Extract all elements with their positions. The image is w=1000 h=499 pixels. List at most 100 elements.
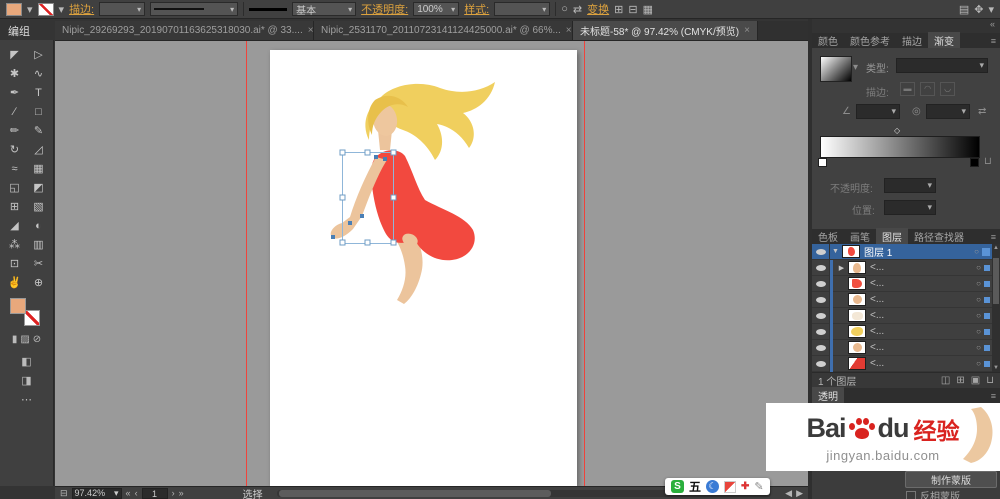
workspace-icon[interactable]: ✥	[974, 3, 983, 16]
paintbrush-tool[interactable]: ✎	[27, 121, 51, 140]
midpoint-icon[interactable]: ◇	[894, 126, 900, 135]
tab-pathfinder[interactable]: 路径查找器	[908, 228, 970, 245]
make-mask-button[interactable]: 制作蒙版	[905, 471, 997, 488]
color-fill-icon[interactable]: ▮	[12, 334, 18, 345]
close-icon[interactable]: ×	[744, 25, 750, 36]
hand-tool[interactable]: ✌	[3, 273, 27, 292]
recolor-artwork-icon[interactable]: ○	[561, 3, 568, 15]
next-artboard-icon[interactable]: ›	[172, 488, 175, 498]
visibility-toggle[interactable]	[812, 340, 830, 356]
canvas-area[interactable]	[55, 40, 808, 486]
tool-fill-swatch[interactable]	[10, 298, 26, 314]
visibility-toggle[interactable]	[812, 324, 830, 340]
tab-stroke[interactable]: 描边	[896, 32, 928, 49]
stroke-along-icon[interactable]: ◠	[920, 82, 935, 96]
gradient-type-select[interactable]: ▾	[896, 58, 988, 73]
last-artboard-icon[interactable]: »	[179, 488, 184, 498]
width-profile-select[interactable]: ▾	[150, 2, 238, 16]
layer-name[interactable]: <...	[870, 262, 884, 273]
close-icon[interactable]: ×	[566, 25, 572, 36]
pencil-tool[interactable]: ✏	[3, 121, 27, 140]
layer-row-6[interactable]: <... ○	[812, 324, 1000, 340]
ime-skin-icon[interactable]	[724, 481, 736, 493]
aspect-input[interactable]: ▾	[926, 104, 970, 119]
panel-menu-icon[interactable]: ≡	[991, 232, 996, 242]
grid-icon[interactable]: ▦	[643, 3, 653, 16]
layer-name[interactable]: <...	[870, 294, 884, 305]
visibility-toggle[interactable]	[812, 356, 830, 372]
panel-menu-icon[interactable]: ≡	[991, 36, 996, 46]
stop-position-select[interactable]: ▾	[884, 200, 936, 215]
symbol-sprayer-tool[interactable]: ⁂	[3, 235, 27, 254]
target-icon[interactable]: ○	[974, 247, 979, 256]
layer-row-7[interactable]: <... ○	[812, 340, 1000, 356]
handle-se[interactable]	[391, 240, 396, 245]
artboard-number-input[interactable]: 1	[142, 488, 168, 499]
layer-thumbnail[interactable]	[842, 245, 860, 258]
close-icon[interactable]: ×	[308, 25, 314, 36]
ime-mode-label[interactable]: 五	[689, 478, 701, 495]
handle-n[interactable]	[365, 150, 370, 155]
layer-row-5[interactable]: <... ○	[812, 308, 1000, 324]
distribute-icon[interactable]: ⊟	[628, 3, 637, 16]
woman-illustration[interactable]	[325, 80, 525, 310]
style-select[interactable]: ▾	[494, 2, 550, 16]
anchor-point[interactable]	[374, 155, 378, 159]
target-icon[interactable]: ○	[976, 295, 981, 304]
layer-row-1[interactable]: ▼ 图层 1 ○	[812, 244, 1000, 260]
target-icon[interactable]: ○	[976, 279, 981, 288]
column-graph-tool[interactable]: ▥	[27, 235, 51, 254]
tab-transparency[interactable]: 透明	[812, 387, 844, 404]
layer-thumbnail[interactable]	[848, 309, 866, 322]
angle-input[interactable]: ▾	[856, 104, 900, 119]
artboard-tool[interactable]: ⊡	[3, 254, 27, 273]
moon-icon[interactable]: ☾	[706, 480, 719, 493]
status-grid-icon[interactable]: ⊟	[60, 488, 68, 499]
stroke-weight-label[interactable]: 描边:	[69, 1, 94, 17]
stroke-across-icon[interactable]: ◡	[940, 82, 955, 96]
gradient-stop-black[interactable]	[970, 158, 979, 167]
gradient-slider[interactable]	[820, 136, 980, 158]
ime-toolbox-icon[interactable]: ✎	[754, 480, 763, 493]
layer-row-2[interactable]: ▶ <... ○	[812, 260, 1000, 276]
line-segment-tool[interactable]: ∕	[3, 102, 27, 121]
rectangle-tool[interactable]: □	[27, 102, 51, 121]
bar-caret-icon[interactable]: ▾	[988, 3, 994, 16]
color-none-icon[interactable]: ⊘	[33, 334, 41, 345]
tab-gradient[interactable]: 渐变	[928, 32, 960, 49]
scroll-thumb[interactable]	[993, 258, 999, 304]
layers-scrollbar[interactable]: ▲ ▼	[992, 244, 1000, 372]
visibility-toggle[interactable]	[812, 260, 830, 276]
handle-sw[interactable]	[340, 240, 345, 245]
swap-icon[interactable]: ⇄	[573, 3, 582, 16]
lasso-tool[interactable]: ∿	[27, 64, 51, 83]
first-artboard-icon[interactable]: «	[126, 488, 131, 498]
width-tool[interactable]: ≈	[3, 159, 27, 178]
target-icon[interactable]: ○	[976, 343, 981, 352]
selection-tool[interactable]: ◤	[3, 45, 27, 64]
tab-brushes[interactable]: 画笔	[844, 228, 876, 245]
checkbox-icon[interactable]	[906, 491, 916, 499]
tab-color[interactable]: 颜色	[812, 32, 844, 49]
more-icon[interactable]: ⋯	[21, 393, 32, 406]
layer-row-8[interactable]: <... ○	[812, 356, 1000, 372]
gradient-tool[interactable]: ▧	[27, 197, 51, 216]
handle-e[interactable]	[391, 195, 396, 200]
expand-triangle-icon[interactable]: ▼	[830, 248, 841, 255]
scroll-thumb[interactable]	[279, 490, 551, 497]
expand-triangle-icon[interactable]: ▶	[836, 264, 847, 272]
scroll-down-icon[interactable]: ▼	[992, 365, 1000, 371]
new-sublayer-icon[interactable]: ⊞	[956, 375, 964, 386]
ime-add-icon[interactable]: ✚	[741, 481, 749, 492]
handle-w[interactable]	[340, 195, 345, 200]
panel-menu-icon[interactable]: ≡	[991, 391, 996, 401]
fill-color-swatch[interactable]	[6, 3, 22, 16]
layer-thumbnail[interactable]	[848, 357, 866, 370]
anchor-point[interactable]	[348, 221, 352, 225]
arrange-docs-icon[interactable]: ▤	[959, 3, 969, 16]
layer-row-3[interactable]: <... ○	[812, 276, 1000, 292]
delete-layer-icon[interactable]: ⊔	[986, 375, 994, 386]
slice-tool[interactable]: ✂	[27, 254, 51, 273]
perspective-grid-tool[interactable]: ◩	[27, 178, 51, 197]
screen-mode-icon[interactable]: ◨	[21, 374, 31, 387]
